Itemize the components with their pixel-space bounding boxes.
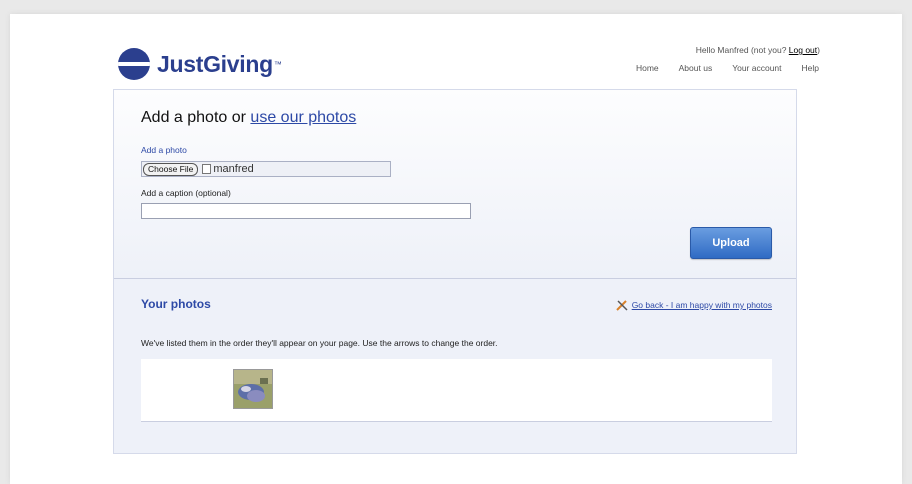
add-photo-heading: Add a photo or use our photos bbox=[141, 109, 356, 127]
tools-icon bbox=[615, 300, 628, 311]
upload-button[interactable]: Upload bbox=[690, 227, 772, 259]
greeting-close: ) bbox=[817, 45, 820, 55]
caption-label: Add a caption (optional) bbox=[141, 188, 231, 198]
logo-text: JustGiving bbox=[157, 50, 273, 77]
file-icon bbox=[202, 164, 212, 174]
photo-panel: Add a photo or use our photos Add a phot… bbox=[113, 89, 797, 454]
photo-image bbox=[234, 370, 272, 408]
upload-section: Add a photo or use our photos Add a phot… bbox=[114, 90, 796, 279]
choose-file-button[interactable]: Choose File bbox=[143, 162, 199, 176]
your-photos-heading: Your photos bbox=[141, 297, 211, 311]
logo-trademark: ™ bbox=[273, 59, 282, 69]
order-instructions: We've listed them in the order they'll a… bbox=[141, 338, 498, 348]
nav-your-account[interactable]: Your account bbox=[732, 63, 781, 73]
top-navigation: Home About us Your account Help bbox=[636, 63, 819, 73]
nav-home[interactable]: Home bbox=[636, 63, 659, 73]
photos-list bbox=[141, 359, 772, 422]
selected-file-name: manfred bbox=[213, 163, 254, 175]
user-greeting: Hello Manfred (not you? Log out) bbox=[696, 45, 820, 55]
add-photo-heading-text: Add a photo or bbox=[141, 109, 251, 126]
caption-input[interactable] bbox=[141, 203, 471, 219]
nav-about-us[interactable]: About us bbox=[679, 63, 713, 73]
logout-link[interactable]: Log out bbox=[789, 45, 817, 55]
greeting-text: Hello Manfred (not you? bbox=[695, 45, 789, 55]
use-our-photos-link[interactable]: use our photos bbox=[250, 109, 356, 126]
go-back-link[interactable]: Go back - I am happy with my photos bbox=[615, 299, 772, 311]
justgiving-logo[interactable]: JustGiving ™ bbox=[118, 48, 282, 80]
photo-thumbnail[interactable] bbox=[233, 369, 273, 409]
logo-icon bbox=[118, 48, 150, 80]
file-input[interactable]: Choose File manfred bbox=[141, 161, 391, 177]
go-back-text: Go back - I am happy with my photos bbox=[631, 300, 772, 310]
nav-help[interactable]: Help bbox=[802, 63, 819, 73]
add-photo-label: Add a photo bbox=[141, 145, 187, 155]
